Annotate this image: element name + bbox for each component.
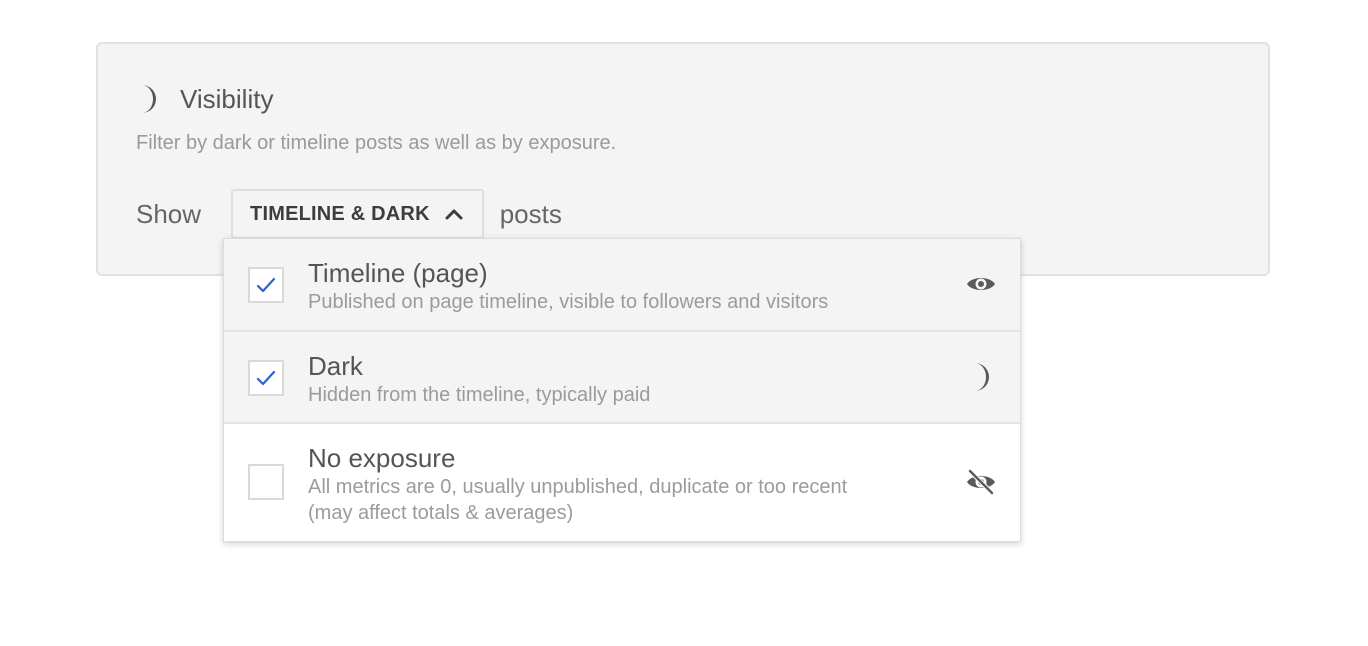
option-text: Timeline (page) Published on page timeli…: [308, 257, 958, 315]
dark-checkbox[interactable]: [248, 360, 284, 396]
panel-title: Visibility: [180, 83, 274, 114]
option-description: Published on page timeline, visible to f…: [308, 291, 829, 313]
moon-icon: [136, 82, 164, 116]
panel-description: Filter by dark or timeline posts as well…: [136, 132, 617, 154]
show-label: Show: [136, 198, 202, 229]
checkmark-icon: [256, 370, 276, 386]
timeline-checkbox[interactable]: [248, 267, 284, 303]
eye-slash-icon: [964, 465, 998, 499]
option-text: Dark Hidden from the timeline, typically…: [308, 350, 958, 408]
option-description: All metrics are 0, usually unpublished, …: [308, 476, 848, 498]
option-timeline[interactable]: Timeline (page) Published on page timeli…: [224, 239, 1020, 332]
show-filter-row: Show TIMELINE & DARK posts: [136, 188, 562, 240]
option-title: Dark: [308, 351, 363, 381]
visibility-dropdown-menu: Timeline (page) Published on page timeli…: [223, 238, 1021, 542]
option-description: Hidden from the timeline, typically paid: [308, 384, 651, 406]
eye-icon: [964, 267, 998, 301]
option-no-exposure[interactable]: No exposure All metrics are 0, usually u…: [224, 424, 1020, 541]
option-text: No exposure All metrics are 0, usually u…: [308, 442, 958, 526]
panel-header: Visibility: [136, 82, 273, 116]
option-description-line2: (may affect totals & averages): [308, 502, 574, 524]
option-title: No exposure: [308, 443, 456, 473]
option-title: Timeline (page): [308, 258, 488, 288]
posts-label: posts: [499, 198, 562, 229]
dropdown-selected-label: TIMELINE & DARK: [250, 202, 430, 225]
checkmark-icon: [256, 277, 276, 293]
moon-icon: [964, 360, 998, 394]
chevron-up-icon: [444, 207, 464, 221]
visibility-dropdown-button[interactable]: TIMELINE & DARK: [231, 189, 484, 239]
no-exposure-checkbox[interactable]: [248, 464, 284, 500]
option-dark[interactable]: Dark Hidden from the timeline, typically…: [224, 332, 1020, 424]
